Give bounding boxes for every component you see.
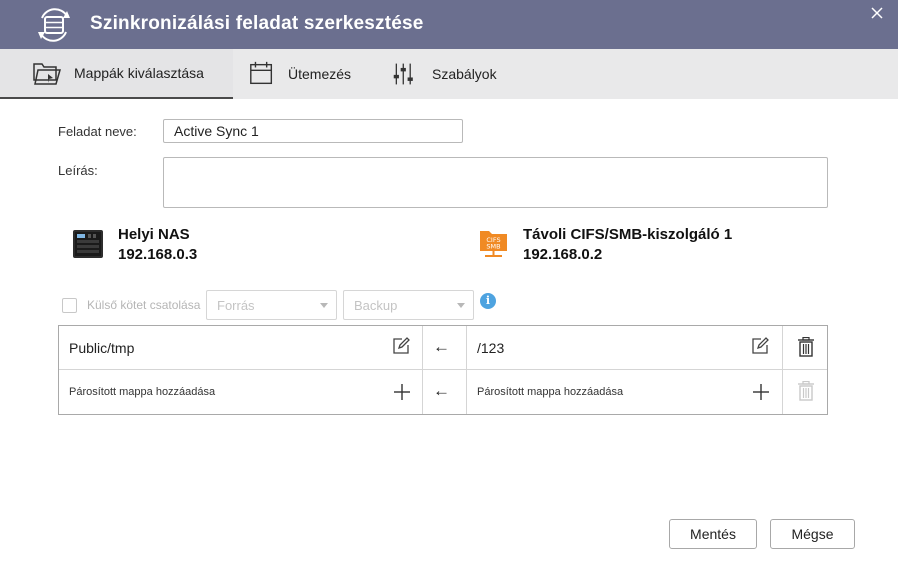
- backup-select[interactable]: Backup: [343, 290, 474, 320]
- external-volume-checkbox[interactable]: [62, 298, 77, 313]
- tab-schedule[interactable]: Ütemezés: [248, 49, 351, 99]
- add-remote-pair-text[interactable]: Párosított mappa hozzáadása: [477, 386, 623, 398]
- sync-task-icon: [38, 8, 70, 42]
- cifs-smb-folder-icon: CIFS SMB: [480, 231, 507, 257]
- source-select[interactable]: Forrás: [206, 290, 337, 320]
- calendar-icon: [250, 61, 273, 85]
- window-title: Szinkronizálási feladat szerkesztése: [90, 13, 424, 34]
- cancel-button[interactable]: Mégse: [770, 519, 855, 549]
- tab-label: Ütemezés: [288, 66, 352, 82]
- table-row: Public/tmp ← /123: [59, 326, 827, 370]
- plus-icon[interactable]: [393, 383, 411, 401]
- edit-icon[interactable]: [392, 337, 410, 355]
- local-path[interactable]: Public/tmp: [69, 340, 134, 356]
- title-bar: Szinkronizálási feladat szerkesztése: [0, 0, 898, 49]
- remote-path[interactable]: /123: [477, 340, 504, 356]
- nas-device-icon: [73, 230, 103, 258]
- description-label: Leírás:: [58, 163, 98, 178]
- chevron-down-icon: [457, 303, 465, 308]
- trash-icon-disabled: [798, 381, 814, 401]
- sync-direction-arrow: ←: [433, 337, 450, 356]
- smb-text: SMB: [486, 243, 500, 251]
- local-name: Helyi NAS: [118, 226, 190, 243]
- info-icon[interactable]: i: [480, 293, 496, 309]
- task-name-input[interactable]: [163, 119, 463, 143]
- remote-endpoint: CIFS SMB Távoli CIFS/SMB-kiszolgáló 1 19…: [479, 225, 732, 265]
- close-icon[interactable]: [868, 4, 886, 22]
- plus-icon[interactable]: [752, 383, 770, 401]
- local-endpoint: Helyi NAS 192.168.0.3: [72, 225, 197, 265]
- source-select-value: Forrás: [217, 298, 255, 313]
- tab-rules[interactable]: Szabályok: [392, 49, 497, 99]
- folder-select-icon: [33, 63, 61, 85]
- remote-name: Távoli CIFS/SMB-kiszolgáló 1: [523, 226, 733, 243]
- remote-ip: 192.168.0.2: [523, 246, 603, 263]
- tab-label: Mappák kiválasztása: [74, 65, 204, 81]
- backup-select-value: Backup: [354, 298, 398, 313]
- tab-bar: Mappák kiválasztása Ütemezés Szabályok: [0, 49, 898, 99]
- chevron-down-icon: [320, 303, 328, 308]
- save-button[interactable]: Mentés: [669, 519, 757, 549]
- description-input[interactable]: [163, 157, 828, 208]
- tab-label: Szabályok: [432, 66, 497, 82]
- trash-icon[interactable]: [797, 337, 815, 357]
- folder-pair-table: Public/tmp ← /123 Párosított mappa hozzá…: [58, 325, 828, 415]
- sync-direction-arrow: ←: [433, 381, 450, 400]
- tab-folder-select[interactable]: Mappák kiválasztása: [0, 49, 233, 99]
- local-ip: 192.168.0.3: [118, 246, 198, 263]
- edit-icon[interactable]: [751, 337, 769, 355]
- add-local-pair-text[interactable]: Párosított mappa hozzáadása: [69, 386, 215, 398]
- sliders-icon: [393, 63, 413, 85]
- table-row: Párosított mappa hozzáadása ← Párosított…: [59, 371, 827, 415]
- task-name-label: Feladat neve:: [58, 124, 137, 139]
- external-volume-label: Külső kötet csatolása: [87, 298, 201, 312]
